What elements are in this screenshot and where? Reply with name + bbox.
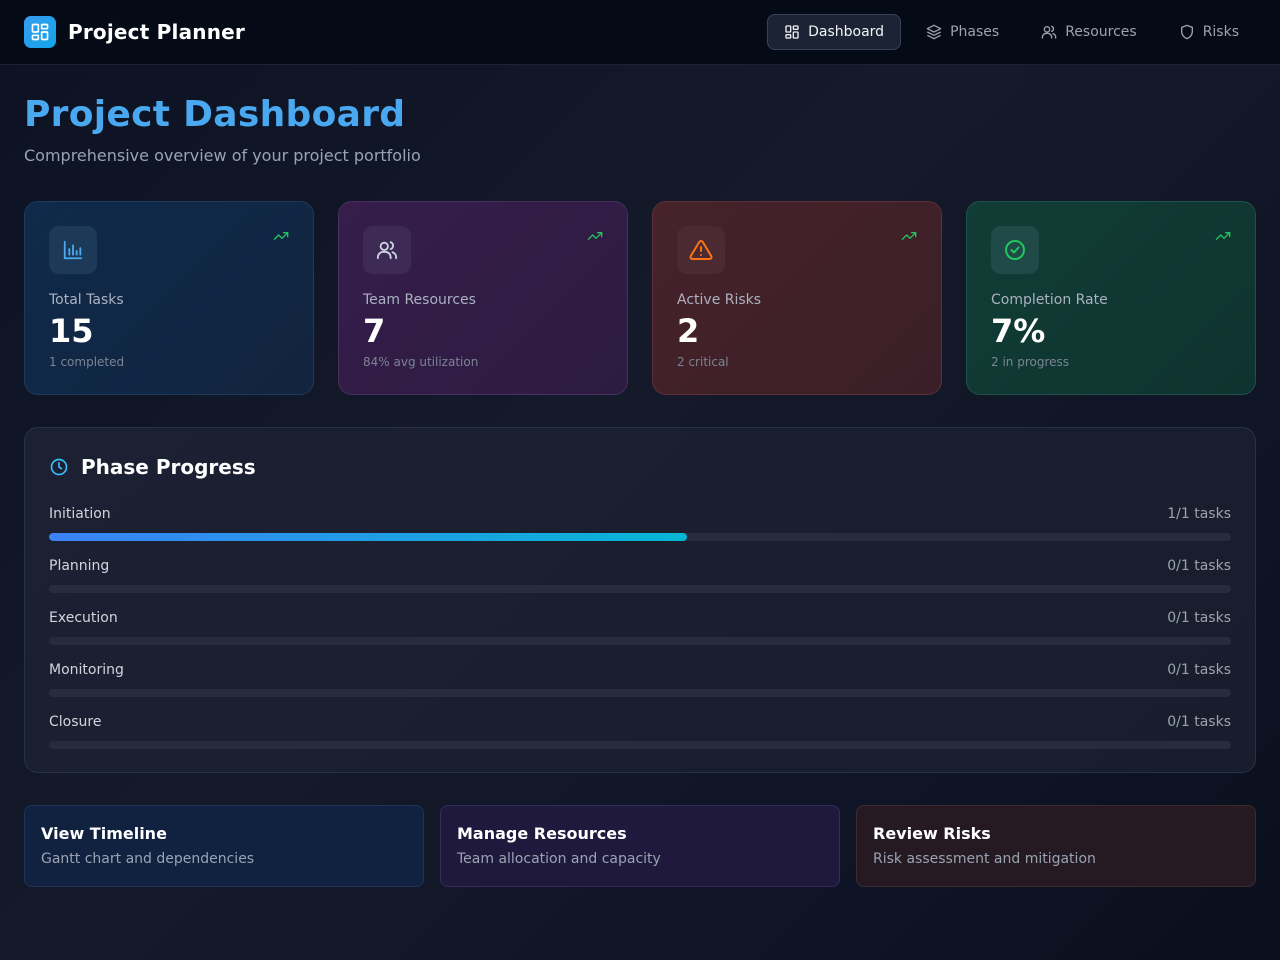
stat-label: Total Tasks	[49, 292, 124, 308]
manage-resources-card[interactable]: Manage Resources Team allocation and cap…	[440, 805, 840, 887]
nav-resources-label: Resources	[1065, 24, 1137, 40]
nav-dashboard-label: Dashboard	[808, 24, 885, 40]
stat-note: 1 completed	[49, 355, 125, 369]
phase-task-count: 0/1 tasks	[1167, 610, 1231, 626]
phase-task-count: 0/1 tasks	[1167, 662, 1231, 678]
dashboard-icon	[785, 25, 799, 39]
warning-icon	[677, 226, 725, 274]
progress-track	[49, 741, 1231, 749]
phase-task-count: 1/1 tasks	[1167, 506, 1231, 522]
phase-name: Planning	[49, 558, 110, 574]
app-logo-icon	[24, 16, 56, 48]
stat-note: 2 critical	[677, 355, 729, 369]
clock-icon	[50, 458, 68, 476]
trend-up-icon	[273, 232, 289, 240]
nav-risks-label: Risks	[1202, 24, 1239, 40]
nav-risks[interactable]: Risks	[1162, 14, 1256, 50]
progress-track	[49, 689, 1231, 697]
progress-track	[49, 585, 1231, 593]
app-header: Project Planner Dashboard Phases Resourc…	[0, 0, 1280, 65]
stat-note: 2 in progress	[991, 355, 1070, 369]
phase-progress-panel: Phase Progress Initiation 1/1 tasks Plan…	[24, 427, 1256, 773]
check-circle-icon	[991, 226, 1039, 274]
trend-up-icon	[1215, 232, 1231, 240]
users-icon	[1041, 25, 1057, 39]
stat-card-total-tasks: Total Tasks 15 1 completed	[24, 201, 314, 395]
nav-phases-label: Phases	[950, 24, 1000, 40]
page-subtitle: Comprehensive overview of your project p…	[24, 146, 421, 165]
stat-label: Team Resources	[363, 292, 476, 308]
stat-label: Active Risks	[677, 292, 762, 308]
panel-title: Phase Progress	[81, 455, 256, 479]
shield-icon	[1180, 24, 1193, 40]
stat-value: 15	[49, 312, 94, 350]
main-nav: Dashboard Phases Resources Risks	[767, 14, 1256, 50]
users-icon	[363, 226, 411, 274]
phase-row-execution: Execution 0/1 tasks	[49, 610, 1231, 654]
nav-resources[interactable]: Resources	[1024, 14, 1154, 50]
view-timeline-card[interactable]: View Timeline Gantt chart and dependenci…	[24, 805, 424, 887]
nav-phases[interactable]: Phases	[909, 14, 1016, 50]
phase-task-count: 0/1 tasks	[1167, 558, 1231, 574]
bar-chart-icon	[49, 226, 97, 274]
action-description: Risk assessment and mitigation	[873, 851, 1096, 867]
phase-name: Execution	[49, 610, 118, 626]
panel-header: Phase Progress	[49, 455, 256, 479]
action-title: Review Risks	[873, 824, 991, 843]
stat-card-active-risks: Active Risks 2 2 critical	[652, 201, 942, 395]
trend-up-icon	[587, 232, 603, 240]
phase-row-planning: Planning 0/1 tasks	[49, 558, 1231, 602]
page-title: Project Dashboard	[24, 94, 406, 135]
brand[interactable]: Project Planner	[24, 16, 245, 48]
progress-fill	[49, 533, 688, 541]
action-description: Team allocation and capacity	[457, 851, 661, 867]
stat-note: 84% avg utilization	[363, 355, 479, 369]
action-title: Manage Resources	[457, 824, 627, 843]
app-title: Project Planner	[68, 20, 245, 44]
stat-card-team-resources: Team Resources 7 84% avg utilization	[338, 201, 628, 395]
stat-value: 7	[363, 312, 386, 350]
phase-task-count: 0/1 tasks	[1167, 714, 1231, 730]
stat-card-completion-rate: Completion Rate 7% 2 in progress	[966, 201, 1256, 395]
progress-track	[49, 637, 1231, 645]
phase-row-initiation: Initiation 1/1 tasks	[49, 506, 1231, 550]
action-title: View Timeline	[41, 824, 167, 843]
review-risks-card[interactable]: Review Risks Risk assessment and mitigat…	[856, 805, 1256, 887]
trend-up-icon	[901, 232, 917, 240]
stat-label: Completion Rate	[991, 292, 1108, 308]
progress-track	[49, 533, 1231, 541]
phase-row-closure: Closure 0/1 tasks	[49, 714, 1231, 758]
phase-name: Closure	[49, 714, 102, 730]
phase-name: Monitoring	[49, 662, 124, 678]
stat-value: 2	[677, 312, 700, 350]
nav-dashboard[interactable]: Dashboard	[767, 14, 902, 50]
phase-name: Initiation	[49, 506, 111, 522]
stat-value: 7%	[991, 312, 1046, 350]
layers-icon	[926, 24, 942, 40]
phase-row-monitoring: Monitoring 0/1 tasks	[49, 662, 1231, 706]
action-description: Gantt chart and dependencies	[41, 851, 255, 867]
